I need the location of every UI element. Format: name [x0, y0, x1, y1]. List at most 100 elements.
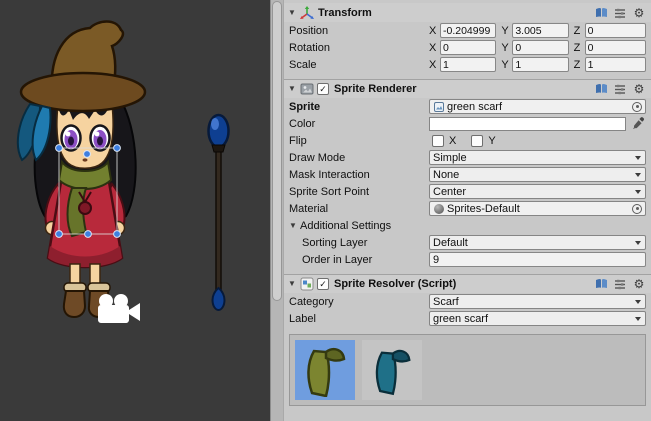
foldout-icon[interactable]: ▼: [288, 85, 299, 93]
sorting-layer-dropdown[interactable]: Default: [429, 235, 646, 250]
flip-label: Flip: [289, 135, 429, 147]
color-swatch[interactable]: [429, 117, 626, 131]
rotation-y-field[interactable]: [512, 40, 568, 55]
transform-icon: [299, 5, 315, 21]
foldout-icon[interactable]: ▼: [289, 222, 300, 230]
draw-mode-dropdown[interactable]: Simple: [429, 150, 646, 165]
sprite-resolver-icon: [299, 276, 315, 292]
object-picker-icon[interactable]: [632, 102, 642, 112]
sprite-object-field[interactable]: green scarf: [429, 99, 646, 114]
scale-row: Scale X Y Z: [284, 56, 651, 73]
material-sphere-icon: [433, 203, 444, 214]
sorting-layer-label: Sorting Layer: [289, 237, 429, 249]
material-label: Material: [289, 203, 429, 215]
order-in-layer-label: Order in Layer: [289, 254, 429, 266]
gear-icon[interactable]: ⚙: [632, 6, 646, 19]
axis-z-label: Z: [574, 59, 585, 71]
presets-icon[interactable]: [613, 278, 627, 291]
staff-sprite[interactable]: [209, 115, 229, 310]
flip-x-checkbox[interactable]: [432, 135, 444, 147]
draw-mode-value: Simple: [433, 152, 467, 164]
material-object-field[interactable]: Sprites-Default: [429, 201, 646, 216]
gear-icon[interactable]: ⚙: [632, 278, 646, 291]
presets-icon[interactable]: [613, 83, 627, 96]
transform-header[interactable]: ▼ Transform ⚙: [284, 3, 651, 22]
presets-icon[interactable]: [613, 6, 627, 19]
gear-icon[interactable]: ⚙: [632, 83, 646, 96]
sprite-resolver-title: Sprite Resolver (Script): [334, 278, 456, 290]
object-picker-icon[interactable]: [632, 204, 642, 214]
help-icon[interactable]: [594, 278, 608, 291]
scene-artwork: [0, 0, 270, 421]
axis-y-label: Y: [501, 42, 512, 54]
sprite-sort-point-dropdown[interactable]: Center: [429, 184, 646, 199]
teal-scarf-icon: [371, 344, 413, 396]
category-dropdown[interactable]: Scarf: [429, 294, 646, 309]
color-row: Color: [284, 115, 651, 132]
sprite-thumbnail-teal-scarf[interactable]: [362, 340, 422, 400]
enabled-checkbox[interactable]: ✓: [317, 278, 329, 290]
transform-title: Transform: [318, 7, 372, 19]
scale-label: Scale: [289, 59, 429, 71]
axis-y-label: Y: [501, 25, 512, 37]
rotation-label: Rotation: [289, 42, 429, 54]
scrollbar-thumb[interactable]: [272, 1, 282, 301]
flip-x-toggle[interactable]: X: [429, 135, 456, 147]
category-row: Category Scarf: [284, 293, 651, 310]
enabled-checkbox[interactable]: ✓: [317, 83, 329, 95]
axis-x-label: X: [429, 25, 440, 37]
flip-y-checkbox[interactable]: [471, 135, 483, 147]
position-label: Position: [289, 25, 429, 37]
additional-settings-row[interactable]: ▼ Additional Settings: [284, 217, 651, 234]
sprite-thumbnail-green-scarf[interactable]: [295, 340, 355, 400]
flip-row: Flip X Y: [284, 132, 651, 149]
position-x-field[interactable]: [440, 23, 496, 38]
character-sprite[interactable]: [18, 22, 145, 318]
sprite-renderer-icon: [299, 81, 315, 97]
scale-x-field[interactable]: [440, 57, 496, 72]
additional-settings-label: Additional Settings: [300, 220, 391, 232]
sprite-value: green scarf: [447, 101, 502, 113]
foldout-icon[interactable]: ▼: [288, 280, 299, 288]
help-icon[interactable]: [594, 83, 608, 96]
position-y-field[interactable]: [512, 23, 568, 38]
category-label: Category: [289, 296, 429, 308]
label-value: green scarf: [433, 313, 488, 325]
inspector-panel: ▼ Transform ⚙ Position X Y Z Rotation X …: [284, 0, 651, 421]
camera-gizmo-icon[interactable]: [98, 294, 140, 323]
draw-mode-row: Draw Mode Simple: [284, 149, 651, 166]
mask-interaction-dropdown[interactable]: None: [429, 167, 646, 182]
rotation-z-field[interactable]: [585, 40, 646, 55]
draw-mode-label: Draw Mode: [289, 152, 429, 164]
scale-z-field[interactable]: [585, 57, 646, 72]
sprite-sort-point-value: Center: [433, 186, 466, 198]
mask-interaction-row: Mask Interaction None: [284, 166, 651, 183]
eyedropper-icon[interactable]: [630, 117, 646, 131]
mask-interaction-label: Mask Interaction: [289, 169, 429, 181]
label-dropdown[interactable]: green scarf: [429, 311, 646, 326]
foldout-icon[interactable]: ▼: [288, 9, 299, 17]
flip-y-toggle[interactable]: Y: [468, 135, 495, 147]
position-z-field[interactable]: [585, 23, 646, 38]
material-value: Sprites-Default: [447, 203, 520, 215]
color-label: Color: [289, 118, 429, 130]
dropdown-arrow-icon: [635, 190, 641, 194]
material-row: Material Sprites-Default: [284, 200, 651, 217]
scale-y-field[interactable]: [512, 57, 568, 72]
rotation-x-field[interactable]: [440, 40, 496, 55]
sorting-layer-row: Sorting Layer Default: [284, 234, 651, 251]
help-icon[interactable]: [594, 6, 608, 19]
flip-y-label: Y: [488, 135, 495, 147]
position-row: Position X Y Z: [284, 22, 651, 39]
label-row: Label green scarf: [284, 310, 651, 327]
sprite-renderer-header[interactable]: ▼ ✓ Sprite Renderer ⚙: [284, 79, 651, 98]
sprite-resolver-header[interactable]: ▼ ✓ Sprite Resolver (Script) ⚙: [284, 274, 651, 293]
order-in-layer-field[interactable]: [429, 252, 646, 267]
inspector-scrollbar[interactable]: [270, 0, 284, 421]
scene-view[interactable]: [0, 0, 270, 421]
sprite-sort-point-row: Sprite Sort Point Center: [284, 183, 651, 200]
flip-x-label: X: [449, 135, 456, 147]
dropdown-arrow-icon: [635, 173, 641, 177]
mask-interaction-value: None: [433, 169, 459, 181]
axis-z-label: Z: [574, 25, 585, 37]
